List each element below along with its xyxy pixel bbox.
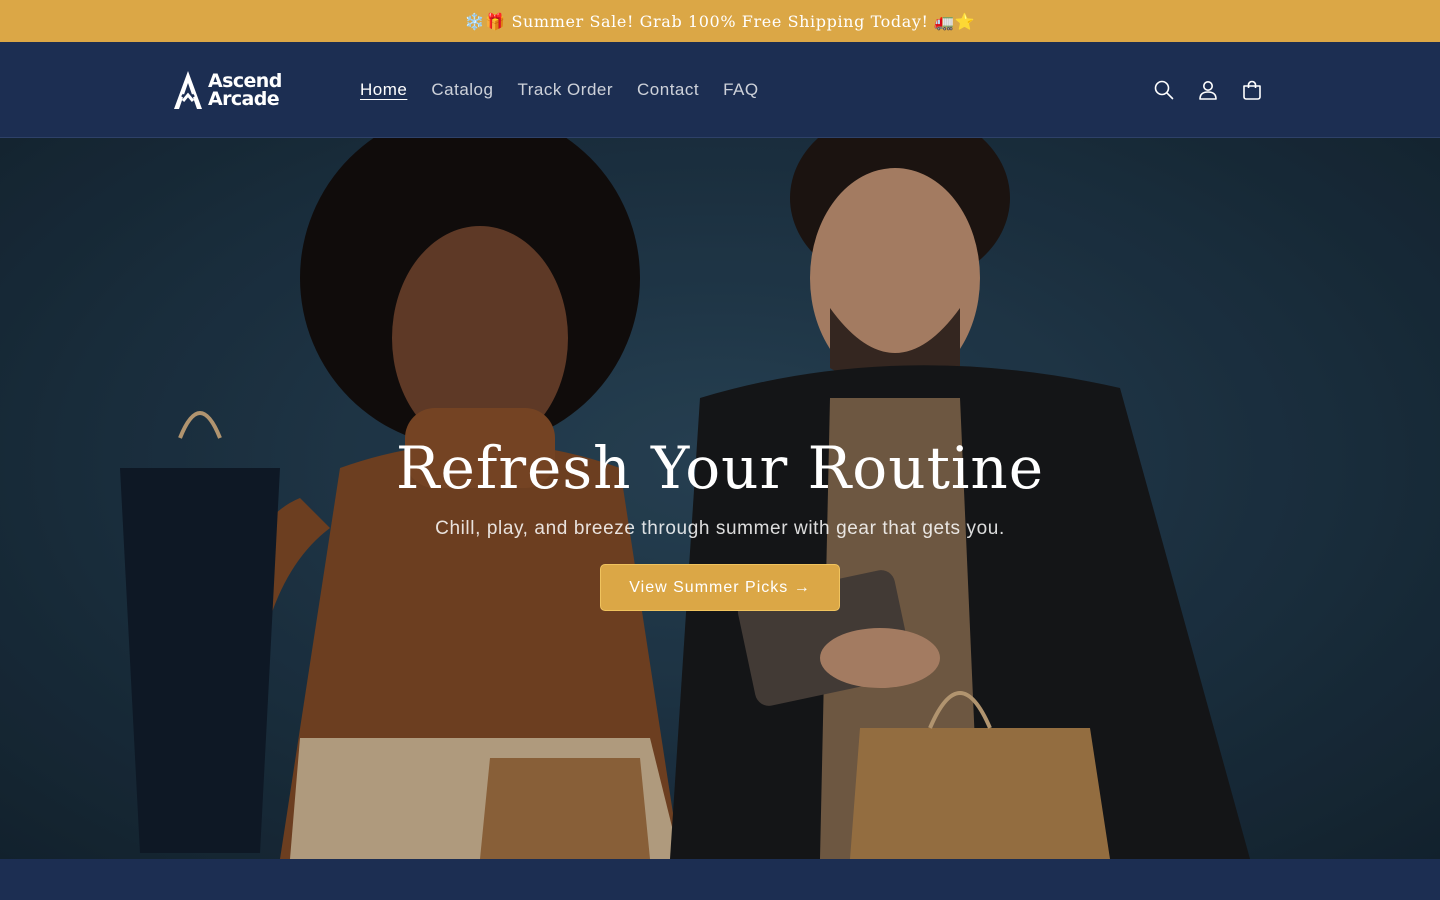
- header-icons: [1142, 68, 1274, 112]
- search-button[interactable]: [1142, 68, 1186, 112]
- nav-track-order[interactable]: Track Order: [505, 74, 625, 106]
- search-icon: [1154, 80, 1174, 100]
- account-button[interactable]: [1186, 68, 1230, 112]
- account-icon: [1199, 81, 1217, 100]
- announcement-text: ❄️🎁 Summer Sale! Grab 100% Free Shipping…: [464, 11, 976, 31]
- hero-content: Refresh Your Routine Chill, play, and br…: [0, 428, 1440, 611]
- logo-mark-icon: [174, 71, 202, 109]
- hero-banner: Refresh Your Routine Chill, play, and br…: [0, 138, 1440, 859]
- nav-home[interactable]: Home: [348, 74, 419, 106]
- hero-subtitle: Chill, play, and breeze through summer w…: [435, 518, 1005, 539]
- nav-faq[interactable]: FAQ: [711, 74, 771, 106]
- announcement-bar: ❄️🎁 Summer Sale! Grab 100% Free Shipping…: [0, 0, 1440, 42]
- cart-icon: [1243, 80, 1261, 100]
- logo-line-2: Arcade: [208, 88, 280, 110]
- logo-link[interactable]: Ascend Arcade: [170, 68, 282, 112]
- nav-catalog[interactable]: Catalog: [419, 74, 505, 106]
- logo-text: Ascend Arcade: [208, 72, 282, 110]
- nav-contact[interactable]: Contact: [625, 74, 711, 106]
- site-header: Ascend Arcade Home Catalog Track Order C…: [0, 42, 1440, 138]
- view-summer-picks-button[interactable]: View Summer Picks →: [600, 564, 840, 611]
- hero-title: Refresh Your Routine: [395, 434, 1045, 502]
- next-section-band: [0, 859, 1440, 900]
- main-nav: Home Catalog Track Order Contact FAQ: [348, 72, 771, 108]
- cart-button[interactable]: [1230, 68, 1274, 112]
